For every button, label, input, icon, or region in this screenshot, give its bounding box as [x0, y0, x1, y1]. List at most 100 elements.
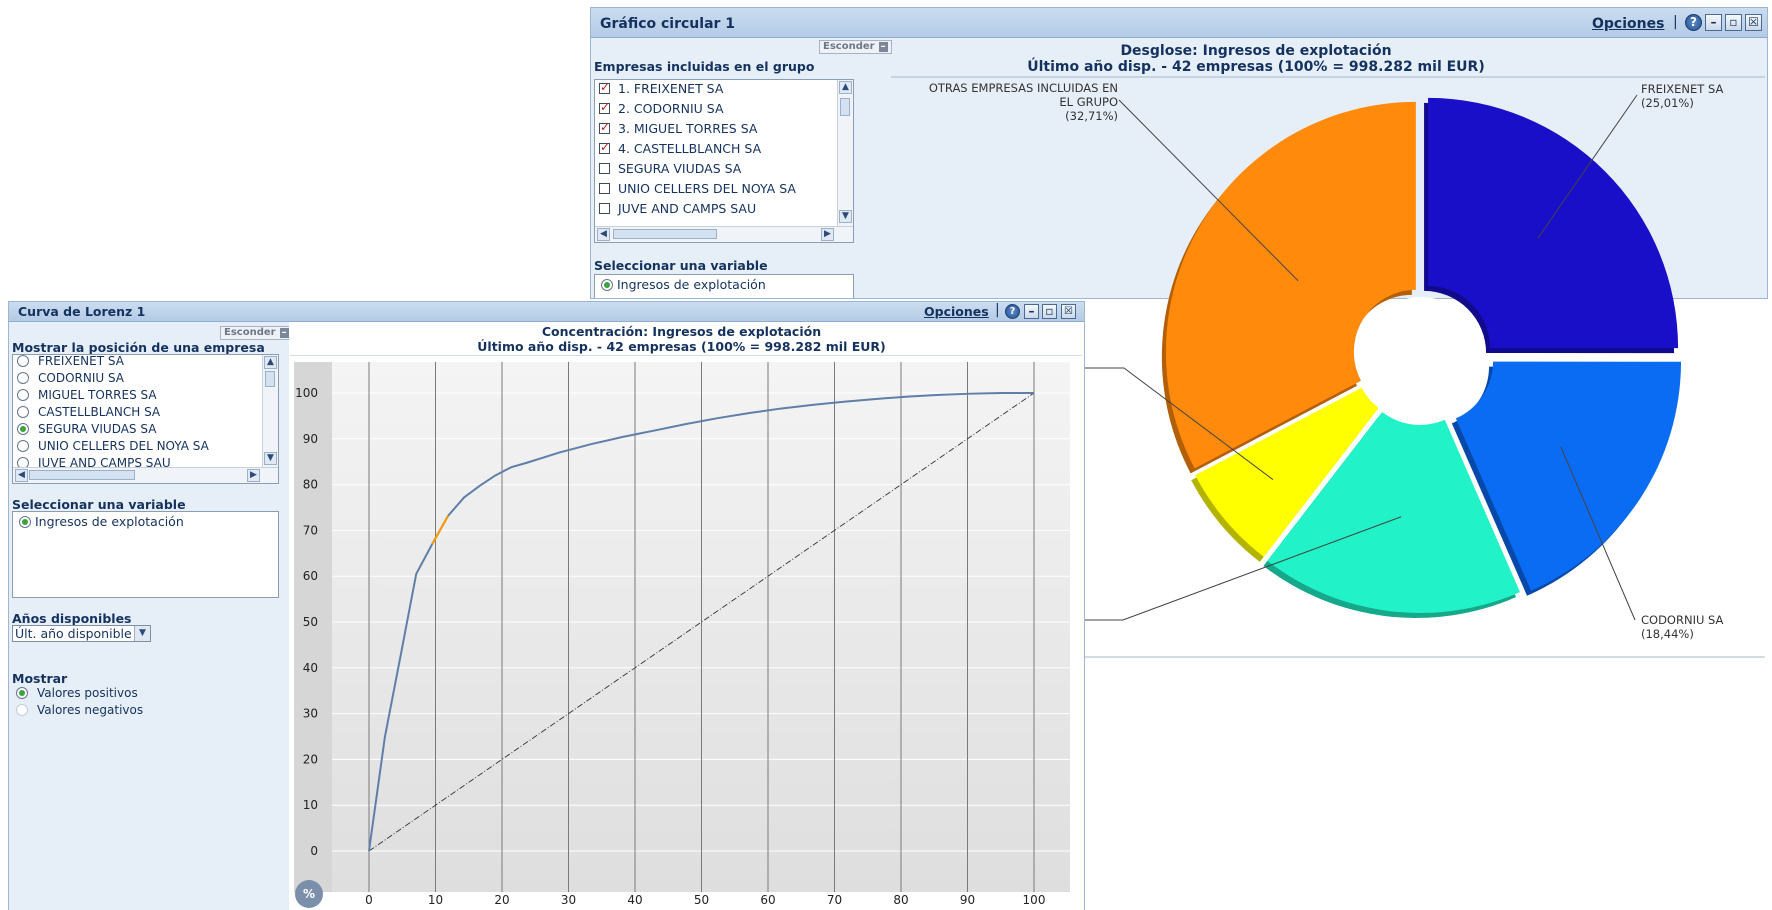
checkbox-icon[interactable]	[599, 100, 610, 114]
radio-icon[interactable]	[17, 355, 29, 367]
checkbox-icon[interactable]	[599, 120, 610, 134]
checkbox-icon[interactable]	[599, 163, 610, 174]
lorenz-company-label: SEGURA VIUDAS SA	[38, 422, 157, 436]
pie-list-vscroll[interactable]: ▲ ▼	[837, 80, 853, 226]
lorenz-x-tick-label: 0	[365, 893, 373, 905]
radio-icon[interactable]	[17, 406, 29, 418]
lorenz-maximize-icon[interactable]: ▫	[1042, 304, 1057, 319]
lorenz-x-tick-label: 50	[694, 893, 709, 905]
pie-maximize-icon[interactable]: ▫	[1725, 14, 1742, 31]
pie-close-icon[interactable]: ☒	[1745, 14, 1762, 31]
scroll-left-icon[interactable]: ◀	[15, 469, 28, 482]
pie-company-item[interactable]: 3. MIGUEL TORRES SA	[599, 120, 757, 136]
lorenz-x-tick-label: 100	[1023, 893, 1046, 905]
radio-selected-icon	[601, 279, 613, 291]
percent-toggle-button[interactable]: %	[295, 880, 323, 908]
pie-company-label: 4. CASTELLBLANCH SA	[618, 141, 762, 156]
lorenz-title-separator: |	[995, 302, 1000, 318]
pie-list-hscroll[interactable]: ◀ ▶	[595, 226, 853, 242]
scroll-thumb[interactable]	[840, 98, 850, 116]
pie-help-icon[interactable]: ?	[1685, 14, 1702, 31]
lorenz-close-icon[interactable]: ☒	[1061, 304, 1076, 319]
lorenz-show-option-label: Valores negativos	[37, 703, 144, 717]
scroll-thumb[interactable]	[265, 371, 275, 387]
pie-variable-list: Ingresos de explotación	[594, 274, 854, 298]
pie-company-item[interactable]: 2. CODORNIU SA	[599, 100, 724, 116]
lorenz-hide-button[interactable]: Esconder –	[220, 326, 293, 340]
radio-icon[interactable]	[16, 704, 28, 716]
lorenz-x-tick-label: 30	[561, 893, 576, 905]
pie-company-item[interactable]: UNIO CELLERS DEL NOYA SA	[599, 181, 796, 196]
pie-companies-list: 1. FREIXENET SA 2. CODORNIU SA 3. MIGUEL T…	[594, 79, 854, 243]
lorenz-y-tick-label: 20	[303, 752, 318, 766]
scroll-thumb-horizontal[interactable]	[613, 229, 717, 239]
lorenz-company-label: UNIO CELLERS DEL NOYA SA	[38, 439, 209, 453]
lorenz-company-item[interactable]: CASTELLBLANCH SA	[17, 405, 160, 419]
pie-slice-label: OTRAS EMPRESAS INCLUIDAS EN	[929, 81, 1118, 95]
lorenz-x-tick-label: 10	[428, 893, 443, 905]
radio-icon[interactable]	[17, 372, 29, 384]
lorenz-chart-title: Concentración: Ingresos de explotación Ú…	[289, 324, 1074, 354]
lorenz-x-tick-label: 80	[893, 893, 908, 905]
scroll-down-icon[interactable]: ▼	[839, 210, 852, 223]
pie-options-link[interactable]: Opciones	[1592, 16, 1664, 32]
lorenz-window-titlebar[interactable]: Curva de Lorenz 1 Opciones | ? – ▫ ☒	[9, 302, 1084, 322]
scroll-right-icon[interactable]: ▶	[821, 228, 834, 241]
pie-company-label: SEGURA VIUDAS SA	[618, 161, 742, 176]
lorenz-years-select[interactable]: Últ. año disponible ▼	[12, 625, 151, 642]
scroll-down-icon[interactable]: ▼	[264, 452, 277, 465]
lorenz-company-item[interactable]: MIGUEL TORRES SA	[17, 388, 157, 402]
lorenz-minimize-icon[interactable]: –	[1024, 304, 1039, 319]
lorenz-position-heading: Mostrar la posición de una empresa	[12, 340, 265, 355]
checkbox-icon[interactable]	[599, 203, 610, 214]
lorenz-company-item[interactable]: SEGURA VIUDAS SA	[17, 422, 156, 436]
lorenz-y-tick-label: 80	[303, 478, 318, 492]
pie-minimize-icon[interactable]: –	[1705, 14, 1722, 31]
lorenz-show-heading: Mostrar	[12, 671, 68, 686]
scroll-left-icon[interactable]: ◀	[597, 228, 610, 241]
lorenz-options-link[interactable]: Opciones	[924, 304, 989, 319]
pie-company-label: JUVE AND CAMPS SAU	[618, 201, 757, 216]
radio-icon[interactable]	[17, 423, 29, 435]
lorenz-hide-minus-icon: –	[279, 327, 289, 338]
lorenz-show-option[interactable]: Valores positivos	[16, 686, 138, 700]
radio-icon[interactable]	[16, 687, 28, 699]
lorenz-years-value: Últ. año disponible	[15, 626, 132, 641]
checkbox-icon[interactable]	[599, 183, 610, 194]
pie-company-item[interactable]: 4. CASTELLBLANCH SA	[599, 140, 762, 156]
scroll-thumb-horizontal[interactable]	[29, 470, 135, 480]
scroll-up-icon[interactable]: ▲	[839, 81, 852, 94]
pie-company-item[interactable]: JUVE AND CAMPS SAU	[599, 201, 756, 216]
pie-company-item[interactable]: SEGURA VIUDAS SA	[599, 161, 741, 176]
lorenz-company-item[interactable]: CODORNIU SA	[17, 371, 124, 385]
lorenz-list-vscroll[interactable]: ▲ ▼	[262, 355, 278, 467]
radio-icon[interactable]	[17, 389, 29, 401]
pie-company-item[interactable]: 1. FREIXENET SA	[599, 80, 723, 96]
lorenz-y-tick-label: 90	[303, 432, 318, 446]
pie-title-separator: |	[1673, 14, 1678, 30]
scroll-right-icon[interactable]: ▶	[247, 469, 260, 482]
lorenz-list-hscroll[interactable]: ◀ ▶	[13, 467, 278, 483]
checkbox-icon[interactable]	[599, 140, 610, 154]
checkbox-icon[interactable]	[599, 80, 610, 94]
scroll-up-icon[interactable]: ▲	[264, 356, 277, 369]
lorenz-y-tick-label: 60	[303, 569, 318, 583]
pie-variable-option-label: Ingresos de explotación	[617, 277, 766, 292]
lorenz-help-icon[interactable]: ?	[1005, 304, 1020, 319]
lorenz-variable-option-label: Ingresos de explotación	[35, 514, 184, 529]
lorenz-y-tick-label: 100	[295, 386, 318, 400]
lorenz-company-label: CODORNIU SA	[38, 371, 125, 385]
pie-center-hole	[1361, 297, 1481, 417]
pie-window-titlebar[interactable]: Gráfico circular 1 Opciones | ? – ▫ ☒	[591, 8, 1767, 38]
pie-variable-option[interactable]: Ingresos de explotación	[601, 277, 766, 292]
pie-slice-label: CODORNIU SA	[1641, 613, 1724, 627]
lorenz-variable-option[interactable]: Ingresos de explotación	[19, 514, 184, 529]
lorenz-y-tick-label: 10	[303, 798, 318, 812]
lorenz-company-item[interactable]: FREIXENET SA	[17, 355, 124, 368]
pie-slice[interactable]	[1165, 101, 1416, 469]
pie-slice[interactable]	[1428, 97, 1679, 349]
lorenz-company-item[interactable]: UNIO CELLERS DEL NOYA SA	[17, 439, 209, 453]
pie-chart: FREIXENET SA(25,01%) CODORNIU SA(18,44%) O…	[891, 76, 1765, 658]
radio-icon[interactable]	[17, 440, 29, 452]
lorenz-show-option[interactable]: Valores negativos	[16, 703, 143, 717]
